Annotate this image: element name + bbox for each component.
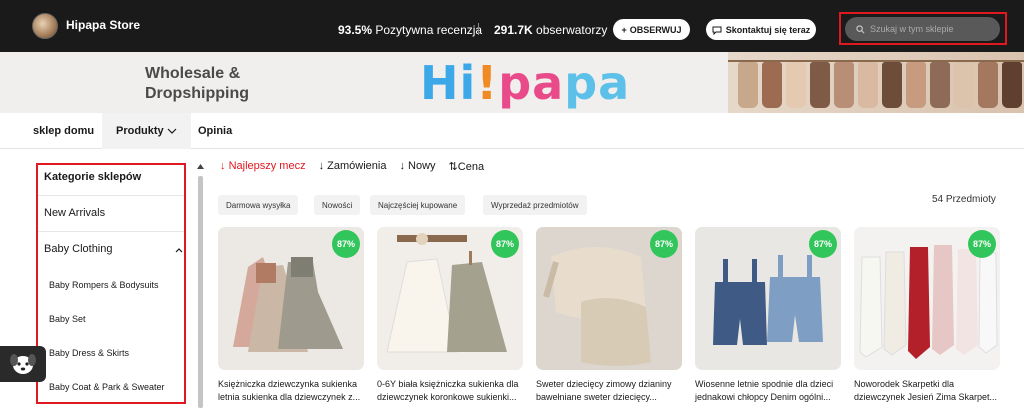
tab-home[interactable]: sklep domu: [33, 113, 94, 149]
rating-badge: 87%: [491, 230, 519, 258]
tab-label: Opinia: [198, 125, 233, 137]
logo-part: Hi: [420, 56, 477, 110]
sort-bar: ↓ Najlepszy mecz ↓ Zamówienia ↓ Nowy ⇅Ce…: [220, 160, 484, 173]
followers: 291.7K obserwatorzy: [494, 23, 607, 37]
product-title[interactable]: Sweter dziecięcy zimowy dzianiny bawełni…: [536, 378, 682, 404]
sort-label: Nowy: [408, 160, 436, 172]
product-card[interactable]: 87% Księżniczka dziewczynka sukienka let…: [218, 227, 364, 408]
sort-orders[interactable]: ↓ Zamówienia: [319, 160, 387, 173]
store-banner: Wholesale & Dropshipping Hi!papa: [0, 52, 1024, 113]
highlight-frame-sidebar: [36, 163, 186, 404]
product-image[interactable]: 87%: [695, 227, 841, 370]
logo-part: pa: [498, 56, 565, 110]
sort-newest[interactable]: ↓ Nowy: [399, 160, 435, 173]
tab-products[interactable]: Produkty: [102, 113, 191, 149]
clothing-rack-image: [728, 52, 1024, 113]
rating-badge: 87%: [332, 230, 360, 258]
sort-price[interactable]: ⇅Cena: [449, 160, 485, 173]
scroll-up-icon[interactable]: [197, 164, 204, 169]
assistant-mascot-icon[interactable]: [0, 346, 46, 382]
product-card[interactable]: 87% Sweter dziecięcy zimowy dzianiny baw…: [536, 227, 682, 408]
divider: [478, 23, 479, 35]
rating-value: 93.5%: [338, 23, 373, 37]
sort-label: Zamówienia: [327, 160, 387, 172]
rating-badge: 87%: [809, 230, 837, 258]
store-nav: sklep domu Produkty Opinia: [0, 113, 1024, 149]
banner-tagline: Wholesale & Dropshipping: [145, 64, 249, 104]
product-image[interactable]: 87%: [536, 227, 682, 370]
product-image[interactable]: 87%: [218, 227, 364, 370]
logo-part: !: [476, 56, 499, 110]
product-card[interactable]: 87% Noworodek Skarpetki dla dziewczynek …: [854, 227, 1000, 408]
rating-badge: 87%: [650, 230, 678, 258]
filter-best-selling[interactable]: Najczęściej kupowane: [370, 195, 466, 215]
product-card[interactable]: 87% 0-6Y biała księżniczka sukienka dla …: [377, 227, 523, 408]
tab-reviews[interactable]: Opinia: [198, 113, 232, 149]
product-image[interactable]: 87%: [854, 227, 1000, 370]
chevron-down-icon: [167, 128, 177, 134]
product-card[interactable]: 87% Wiosenne letnie spodnie dla dzieci j…: [695, 227, 841, 408]
brand-logo: Hi!papa: [420, 58, 630, 108]
followers-label: obserwatorzy: [536, 23, 608, 37]
chat-icon: [712, 26, 722, 35]
sort-label: Najlepszy mecz: [228, 160, 306, 172]
rating: 93.5% Pozytywna recenzja: [338, 23, 482, 37]
logo-part: pa: [564, 56, 631, 110]
filter-free-shipping[interactable]: Darmowa wysyłka: [218, 195, 299, 215]
tab-label: Produkty: [116, 125, 164, 137]
banner-line2: Dropshipping: [145, 85, 249, 102]
product-title[interactable]: Noworodek Skarpetki dla dziewczynek Jesi…: [854, 378, 1000, 404]
followers-value: 291.7K: [494, 23, 533, 37]
contact-button[interactable]: Skontaktuj się teraz: [706, 19, 816, 40]
highlight-frame-search: [839, 12, 1007, 45]
product-image[interactable]: 87%: [377, 227, 523, 370]
scrollbar-thumb[interactable]: [198, 176, 203, 408]
rating-label: Pozytywna recenzja: [375, 23, 483, 37]
plus-icon: +: [621, 24, 627, 35]
product-title[interactable]: 0-6Y biała księżniczka sukienka dla dzie…: [377, 378, 523, 404]
store-name[interactable]: Hipapa Store: [66, 18, 140, 32]
filter-new[interactable]: Nowości: [314, 195, 361, 215]
sort-label: Cena: [457, 161, 485, 173]
follow-label: OBSERWUJ: [629, 24, 682, 35]
store-avatar[interactable]: [32, 13, 58, 39]
contact-label: Skontaktuj się teraz: [725, 24, 811, 35]
rating-badge: 87%: [968, 230, 996, 258]
follow-button[interactable]: + OBSERWUJ: [613, 19, 690, 40]
product-title[interactable]: Wiosenne letnie spodnie dla dzieci jedna…: [695, 378, 841, 404]
item-count: 54 Przedmioty: [932, 194, 996, 205]
dog-icon: [10, 354, 36, 374]
filter-clearance[interactable]: Wyprzedaż przedmiotów: [483, 195, 587, 215]
tab-label: sklep domu: [33, 125, 95, 137]
banner-line1: Wholesale &: [145, 65, 241, 82]
sort-best-match[interactable]: ↓ Najlepszy mecz: [220, 160, 306, 173]
product-title[interactable]: Księżniczka dziewczynka sukienka letnia …: [218, 378, 364, 404]
